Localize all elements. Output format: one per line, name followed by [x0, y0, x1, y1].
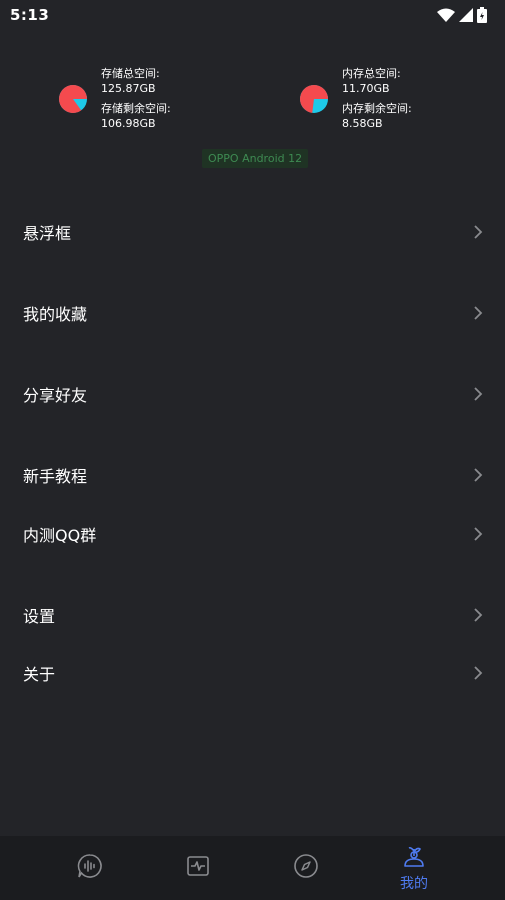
memory-free-label: 内存剩余空间:: [342, 102, 412, 115]
disk-storage-block: 存储总空间: 125.87GB 存储剩余空间: 106.98GB: [58, 66, 171, 131]
wifi-icon: [437, 8, 455, 22]
memory-total-label: 内存总空间:: [342, 67, 401, 80]
pulse-monitor-icon: [186, 855, 210, 881]
menu-item-label: 关于: [23, 665, 56, 684]
menu-item-label: 悬浮框: [23, 224, 72, 243]
status-icons: [437, 7, 487, 23]
nav-tab-voice[interactable]: [36, 836, 144, 900]
memory-free-value: 8.58GB: [342, 117, 383, 130]
nav-tab-mine[interactable]: 我的: [360, 836, 468, 900]
menu-item-label: 我的收藏: [23, 305, 88, 324]
menu-item-beta-qq-group[interactable]: 内测QQ群: [0, 512, 505, 556]
device-badge: OPPO Android 12: [202, 149, 309, 168]
chevron-right-icon: [473, 224, 483, 240]
chevron-right-icon: [473, 386, 483, 402]
signal-icon: [459, 8, 473, 22]
menu-item-label: 内测QQ群: [23, 526, 97, 545]
compass-icon: [293, 853, 319, 883]
menu-item-label: 新手教程: [23, 467, 88, 486]
menu-item-label: 设置: [23, 607, 56, 626]
storage-summary: 存储总空间: 125.87GB 存储剩余空间: 106.98GB 内存总空间: …: [0, 66, 505, 136]
menu-item-tutorial[interactable]: 新手教程: [0, 453, 505, 497]
memory-total-value: 11.70GB: [342, 82, 390, 95]
menu-item-about[interactable]: 关于: [0, 651, 505, 695]
voice-bubble-icon: [77, 853, 103, 883]
menu-item-settings[interactable]: 设置: [0, 593, 505, 637]
disk-free-label: 存储剩余空间:: [101, 102, 171, 115]
menu-item-floating-window[interactable]: 悬浮框: [0, 210, 505, 254]
disk-total-value: 125.87GB: [101, 82, 156, 95]
disk-usage-pie-chart: [59, 85, 87, 113]
bottom-nav: 我的: [0, 836, 505, 900]
chevron-right-icon: [473, 607, 483, 623]
nav-tab-discover[interactable]: [252, 836, 360, 900]
battery-icon: [477, 7, 487, 23]
menu-item-label: 分享好友: [23, 386, 88, 405]
chevron-right-icon: [473, 665, 483, 681]
menu-item-share-friends[interactable]: 分享好友: [0, 372, 505, 416]
chevron-right-icon: [473, 526, 483, 542]
memory-usage-pie-chart: [300, 85, 328, 113]
status-bar: 5:13: [0, 0, 505, 30]
menu-item-my-favorites[interactable]: 我的收藏: [0, 291, 505, 335]
chevron-right-icon: [473, 467, 483, 483]
disk-free-value: 106.98GB: [101, 117, 156, 130]
profile-plant-icon: [402, 844, 426, 872]
nav-tab-label: 我的: [400, 875, 428, 892]
memory-storage-block: 内存总空间: 11.70GB 内存剩余空间: 8.58GB: [299, 66, 412, 131]
status-time: 5:13: [10, 6, 50, 24]
nav-tab-monitor[interactable]: [144, 836, 252, 900]
chevron-right-icon: [473, 305, 483, 321]
disk-total-label: 存储总空间:: [101, 67, 160, 80]
